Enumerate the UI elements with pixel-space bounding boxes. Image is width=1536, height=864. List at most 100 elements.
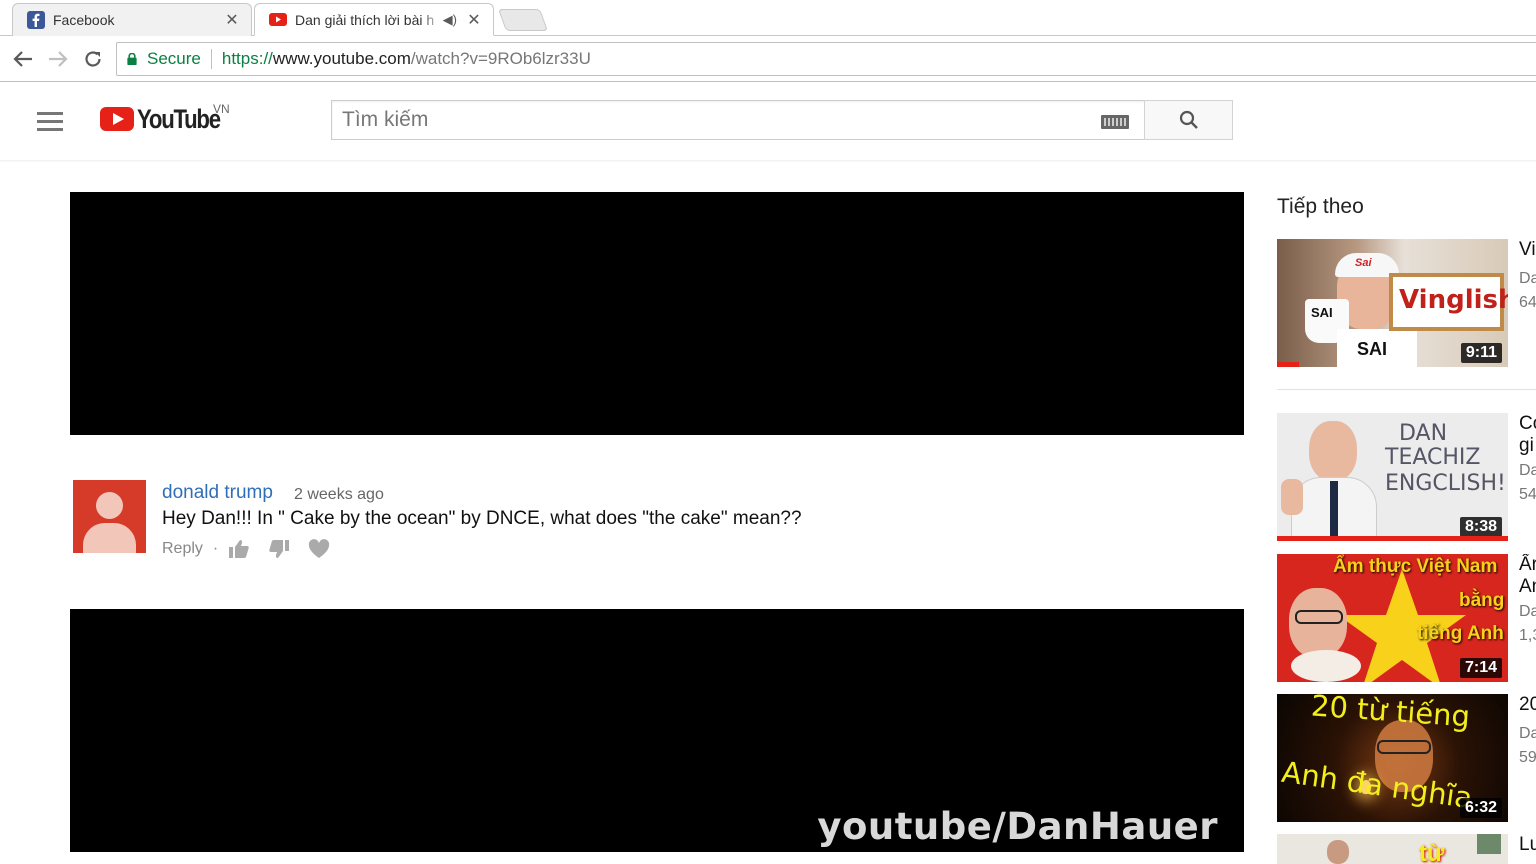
avatar: [73, 480, 146, 553]
url-text: https://www.youtube.com/watch?v=9ROb6lzr…: [222, 49, 591, 69]
url-scheme: https://: [221, 49, 273, 68]
video-channel: Da: [1519, 603, 1536, 620]
search-input[interactable]: [332, 101, 1072, 139]
video-thumbnail[interactable]: Ẩm thực Việt Nam bằng tiếng Anh 7:14: [1277, 554, 1508, 682]
search-icon: [1179, 110, 1198, 129]
video-thumbnail[interactable]: DAN TEACHIZ ENGCLISH! 8:38: [1277, 413, 1508, 541]
tab-title: Facebook: [53, 12, 115, 28]
video-meta: Vi Da 64: [1519, 239, 1536, 315]
thumb-text: SAI: [1357, 339, 1388, 359]
browser-toolbar: Secure https://www.youtube.com/watch?v=9…: [0, 36, 1536, 82]
thumb-text: bằng: [1459, 590, 1505, 611]
watch-progress-bar: [1277, 536, 1508, 541]
reply-label: Reply: [162, 540, 203, 557]
reload-icon[interactable]: [80, 46, 106, 72]
video-thumbnail[interactable]: từ: [1277, 834, 1508, 864]
thumb-text: 20 từ tiếng: [1310, 694, 1472, 734]
recommended-video[interactable]: từ Lu: [1277, 834, 1536, 864]
url-path: /watch?v=9ROb6lzr33U: [410, 49, 591, 68]
video-channel: Da: [1519, 270, 1536, 287]
watch-progress-bar: [1277, 362, 1299, 367]
video-title-line2: An: [1519, 576, 1536, 597]
channel-watermark: youtube/DanHauer: [817, 805, 1218, 848]
new-tab-button[interactable]: [497, 9, 549, 31]
video-title[interactable]: 20: [1519, 694, 1536, 716]
close-tab-icon[interactable]: ✕: [465, 10, 483, 30]
divider: [1277, 389, 1536, 390]
thumb-text: TEACHIZ: [1385, 445, 1481, 470]
thumbs-up-icon: [228, 539, 250, 559]
facebook-icon: [27, 11, 45, 29]
video-thumbnail[interactable]: 20 từ tiếng Anh đa nghĩa 6:32: [1277, 694, 1508, 822]
speaker-icon[interactable]: ◀︎): [443, 12, 457, 28]
recommended-video[interactable]: DAN TEACHIZ ENGCLISH! 8:38 Co gi Da 54: [1277, 413, 1536, 541]
video-channel: Da: [1519, 725, 1536, 742]
video-title[interactable]: Co: [1519, 413, 1536, 435]
thumb-text: Sai: [1355, 257, 1372, 269]
video-player[interactable]: donald trump 2 weeks ago Hey Dan!!! In "…: [70, 192, 1244, 852]
tab-facebook[interactable]: Facebook ✕: [12, 3, 252, 36]
video-meta: Ẩr An Da 1,3: [1519, 554, 1536, 648]
comment-actions: Reply ·: [162, 539, 348, 559]
divider: [210, 49, 212, 69]
youtube-logo-icon: [100, 107, 134, 131]
back-icon[interactable]: [10, 46, 36, 72]
thumb-text: tiếng Anh: [1417, 623, 1504, 644]
thumb-text: từ: [1419, 840, 1445, 864]
video-duration: 8:38: [1459, 517, 1502, 537]
search-box: [331, 100, 1145, 140]
keyboard-icon[interactable]: [1101, 115, 1129, 129]
video-duration: 7:14: [1459, 658, 1502, 678]
tab-title: Dan giải thích lời bài h: [295, 11, 435, 28]
thumb-text: SAI: [1311, 305, 1333, 320]
video-title[interactable]: Vi: [1519, 239, 1536, 261]
thumbs-down-icon: [268, 539, 290, 559]
video-title[interactable]: Ẩr: [1519, 554, 1536, 576]
video-views: 54: [1519, 486, 1536, 503]
letterbox-bottom: youtube/DanHauer: [70, 609, 1244, 852]
video-meta: Co gi Da 54: [1519, 413, 1536, 507]
comment-author: donald trump: [162, 482, 273, 503]
thumb-text: Ẩm thực Việt Nam: [1333, 556, 1498, 577]
search-button[interactable]: [1144, 100, 1233, 140]
up-next-title: Tiếp theo: [1277, 195, 1364, 218]
video-duration: 9:11: [1460, 343, 1502, 363]
video-views: 1,3: [1519, 627, 1536, 644]
video-meta: 20 Da 59: [1519, 694, 1536, 770]
secure-label: Secure: [147, 49, 201, 68]
recommended-video[interactable]: Ẩm thực Việt Nam bằng tiếng Anh 7:14 Ẩr …: [1277, 554, 1536, 682]
lock-icon: [127, 53, 137, 65]
recommended-video[interactable]: 20 từ tiếng Anh đa nghĩa 6:32 20 Da 59: [1277, 694, 1536, 822]
video-views: 64: [1519, 294, 1536, 311]
menu-icon[interactable]: [37, 112, 63, 131]
video-channel: Da: [1519, 462, 1536, 479]
video-frame-comment: donald trump 2 weeks ago Hey Dan!!! In "…: [70, 435, 1244, 609]
url-host: www.youtube.com: [272, 49, 411, 68]
thumb-text: ENGCLISH!: [1385, 471, 1506, 496]
video-thumbnail[interactable]: Sai SAI SAI Vinglish 9:11: [1277, 239, 1508, 367]
youtube-masthead: YouTube VN: [0, 82, 1536, 160]
thumb-text: DAN: [1399, 421, 1448, 446]
thumb-text: Vinglish: [1399, 285, 1508, 315]
heart-icon: [308, 539, 330, 559]
video-meta: Lu: [1519, 834, 1536, 856]
youtube-favicon-icon: [269, 11, 287, 29]
video-title-line2: gi: [1519, 435, 1534, 456]
letterbox-top: [70, 192, 1244, 435]
secure-indicator[interactable]: Secure: [127, 49, 201, 69]
logo-text: YouTube: [137, 104, 221, 134]
country-code: VN: [213, 102, 230, 116]
address-bar[interactable]: Secure https://www.youtube.com/watch?v=9…: [116, 42, 1536, 76]
comment-text: Hey Dan!!! In " Cake by the ocean" by DN…: [162, 508, 802, 529]
recommended-video[interactable]: Sai SAI SAI Vinglish 9:11 Vi Da 64: [1277, 239, 1536, 367]
video-title[interactable]: Lu: [1519, 834, 1536, 856]
browser-tabstrip: Facebook ✕ Dan giải thích lời bài h ◀︎) …: [0, 0, 1536, 36]
close-tab-icon[interactable]: ✕: [223, 10, 241, 30]
video-duration: 6:32: [1459, 798, 1502, 818]
youtube-logo[interactable]: YouTube VN: [100, 102, 238, 134]
forward-icon[interactable]: [45, 46, 71, 72]
comment-time: 2 weeks ago: [294, 486, 384, 503]
tab-youtube[interactable]: Dan giải thích lời bài h ◀︎) ✕: [254, 3, 494, 36]
video-views: 59: [1519, 749, 1536, 766]
separator-dot: ·: [212, 540, 219, 557]
